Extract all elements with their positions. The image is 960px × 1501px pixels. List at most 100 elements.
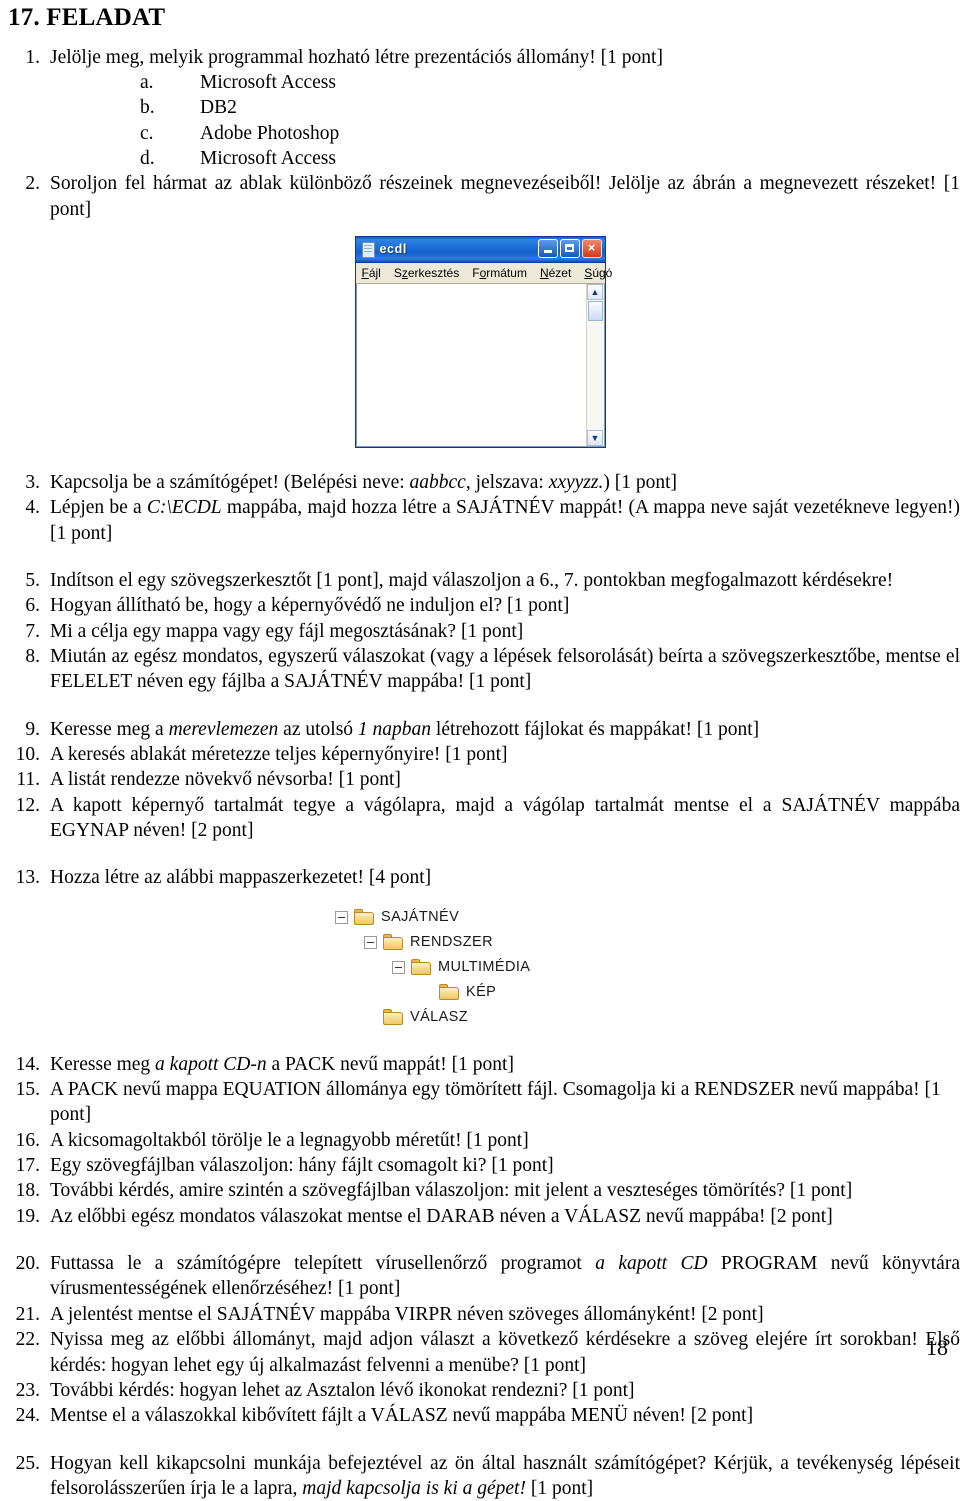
- question-number: 9.: [25, 718, 40, 740]
- close-button[interactable]: ×: [581, 238, 602, 258]
- window-controls: ×: [537, 238, 602, 258]
- question-text: Miután az egész mondatos, egyszerű válas…: [50, 645, 960, 693]
- menu-item-sugo[interactable]: Súgó: [584, 266, 612, 280]
- minimize-icon: [543, 250, 552, 254]
- question-item: 6. Hogyan állítható be, hogy a képernyőv…: [8, 593, 960, 618]
- question-text: A PACK nevű mappa EQUATION állománya egy…: [50, 1079, 941, 1126]
- option-letter: c.: [140, 122, 154, 144]
- question-text-suffix: a PACK nevű mappát! [1 pont]: [266, 1053, 514, 1075]
- option-label: Microsoft Access: [200, 147, 336, 169]
- folder-path: C:\ECDL: [146, 497, 222, 519]
- question-text-prefix: Lépjen be a: [50, 497, 147, 519]
- question-text-mid: az utolsó: [278, 718, 358, 740]
- question-item: 14. Keresse meg a kapott CD-n a PACK nev…: [8, 1052, 960, 1077]
- question-text-prefix: Futtassa le a számítógépre telepített ví…: [50, 1253, 596, 1275]
- maximize-button[interactable]: [559, 238, 580, 258]
- folder-icon: [354, 909, 374, 926]
- folder-label: KÉP: [466, 984, 497, 1001]
- question-text: Mi a célja egy mappa vagy egy fájl megos…: [50, 620, 524, 642]
- question-text-prefix: Keresse meg: [50, 1053, 156, 1075]
- question-item: 2. Soroljon fel hármat az ablak különböz…: [8, 171, 960, 222]
- folder-icon: [383, 934, 403, 951]
- menu-item-nezet[interactable]: Nézet: [540, 266, 571, 280]
- window-menubar: Fájl Szerkesztés Formátum Nézet Súgó: [355, 262, 612, 284]
- question-item: 25. Hogyan kell kikapcsolni munkája befe…: [8, 1451, 960, 1501]
- collapse-expander-icon[interactable]: [364, 935, 377, 949]
- folder-label: VÁLASZ: [410, 1009, 469, 1026]
- emphasis-kapott-cd: a kapott CD-n: [155, 1053, 267, 1075]
- scroll-down-icon[interactable]: ▼: [587, 429, 603, 446]
- question-number: 3.: [25, 471, 40, 493]
- question-item: 4. Lépjen be a C:\ECDL mappába, majd hoz…: [8, 495, 960, 546]
- question-number: 1.: [25, 46, 40, 68]
- window-figure: ecdl × Fájl Szerkesztés Formátum Nézet S…: [0, 235, 960, 448]
- question-number: 18.: [15, 1180, 40, 1202]
- option-d: d. Microsoft Access: [0, 146, 960, 171]
- scrollbar-thumb[interactable]: [587, 300, 603, 321]
- document-page: 17. FELADAT 1. Jelölje meg, melyik progr…: [0, 4, 960, 1499]
- question-number: 4.: [25, 497, 40, 519]
- question-text: További kérdés, amire szintén a szövegfá…: [50, 1180, 853, 1202]
- window-titlebar: ecdl ×: [355, 236, 605, 263]
- menu-item-fajl[interactable]: Fájl: [362, 266, 381, 280]
- question-item: 1. Jelölje meg, melyik programmal hozhat…: [8, 45, 960, 70]
- menu-item-formatum[interactable]: Formátum: [472, 266, 527, 280]
- answer-options: a. Microsoft Access b. DB2 c. Adobe Phot…: [0, 70, 960, 171]
- minimize-button[interactable]: [537, 238, 558, 258]
- option-a: a. Microsoft Access: [0, 70, 960, 95]
- tree-row: RENDSZER: [0, 930, 960, 955]
- question-text: Jelölje meg, melyik programmal hozható l…: [50, 46, 663, 68]
- login-name: aabbcc: [409, 471, 466, 493]
- question-number: 15.: [15, 1079, 40, 1101]
- folder-label: SAJÁTNÉV: [381, 909, 460, 926]
- question-number: 17.: [15, 1155, 40, 1177]
- maximize-icon: [565, 244, 574, 253]
- tree-row: SAJÁTNÉV: [0, 905, 960, 930]
- folder-label: RENDSZER: [410, 934, 493, 951]
- question-text-prefix: Keresse meg a: [50, 718, 169, 740]
- question-item: 23. További kérdés: hogyan lehet az Aszt…: [8, 1378, 960, 1403]
- text-area[interactable]: [356, 283, 586, 446]
- question-item: 8. Miután az egész mondatos, egyszerű vá…: [8, 644, 960, 695]
- emphasis-kapott-cd: a kapott CD: [595, 1253, 708, 1275]
- vertical-scrollbar[interactable]: ▲ ▼: [585, 283, 604, 446]
- question-item: 3. Kapcsolja be a számítógépet! (Belépés…: [8, 470, 960, 495]
- folder-tree-figure: SAJÁTNÉV RENDSZER MULTIMÉDIA KÉP VÁLASZ: [0, 905, 960, 1030]
- menu-item-szerkesztes[interactable]: Szerkesztés: [394, 266, 459, 280]
- question-text: A kicsomagoltakból törölje le a legnagyo…: [50, 1129, 529, 1151]
- collapse-expander-icon[interactable]: [335, 910, 348, 924]
- question-text: Mentse el a válaszokkal kibővített fájlt…: [50, 1405, 754, 1427]
- question-text-mid: , jelszava:: [465, 471, 549, 493]
- question-number: 13.: [15, 867, 40, 889]
- tree-row: VÁLASZ: [0, 1005, 960, 1030]
- close-icon: ×: [587, 240, 596, 256]
- question-number: 22.: [15, 1329, 40, 1351]
- question-number: 20.: [15, 1253, 40, 1275]
- question-item: 9. Keresse meg a merevlemezen az utolsó …: [8, 717, 960, 742]
- question-text: Indítson el egy szövegszerkesztőt [1 pon…: [50, 569, 894, 591]
- folder-icon: [383, 1009, 403, 1026]
- question-item: 22. Nyissa meg az előbbi állományt, majd…: [8, 1327, 960, 1378]
- question-item: 19. Az előbbi egész mondatos válaszokat …: [8, 1204, 960, 1229]
- window-title: ecdl: [379, 242, 407, 257]
- folder-icon: [411, 959, 431, 976]
- emphasis-napban: 1 napban: [357, 718, 432, 740]
- scroll-up-icon[interactable]: ▲: [587, 283, 603, 300]
- collapse-expander-icon[interactable]: [392, 960, 405, 974]
- question-text: Hozza létre az alábbi mappaszerkezetet! …: [50, 867, 432, 889]
- xp-window: ecdl × Fájl Szerkesztés Formátum Nézet S…: [354, 235, 612, 448]
- question-text-prefix: Kapcsolja be a számítógépet! (Belépési n…: [50, 471, 410, 493]
- question-number: 19.: [15, 1205, 40, 1227]
- question-item: 11. A listát rendezze növekvő névsorba! …: [8, 767, 960, 792]
- question-text: A listát rendezze növekvő névsorba! [1 p…: [50, 769, 401, 791]
- option-b: b. DB2: [0, 95, 960, 120]
- question-item: 10. A keresés ablakát méretezze teljes k…: [8, 742, 960, 767]
- tree-row: KÉP: [0, 980, 960, 1005]
- option-letter: b.: [140, 97, 155, 119]
- question-item: 24. Mentse el a válaszokkal kibővített f…: [8, 1403, 960, 1428]
- option-c: c. Adobe Photoshop: [0, 121, 960, 146]
- question-item: 5. Indítson el egy szövegszerkesztőt [1 …: [8, 568, 960, 593]
- question-text: Az előbbi egész mondatos válaszokat ment…: [50, 1205, 833, 1227]
- emphasis-merevlemezen: merevlemezen: [168, 718, 279, 740]
- question-text: A jelentést mentse el SAJÁTNÉV mappába V…: [50, 1303, 764, 1325]
